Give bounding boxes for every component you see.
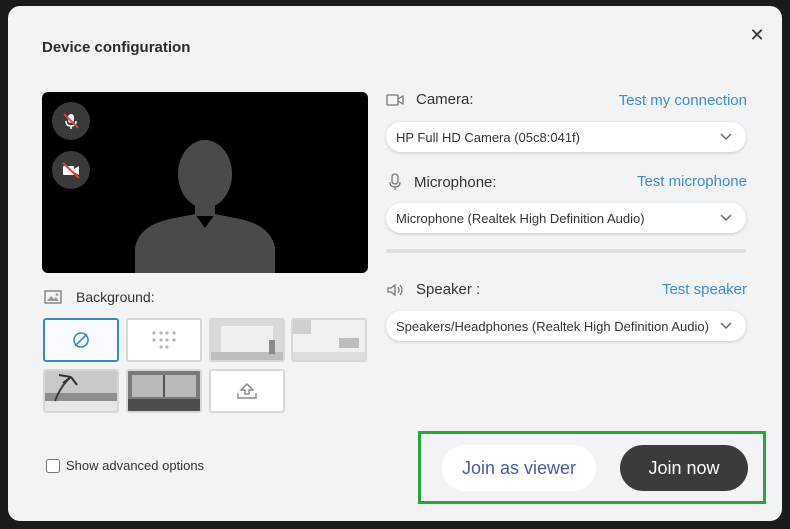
camera-icon: [386, 93, 404, 106]
speaker-label: Speaker :: [416, 281, 481, 298]
camera-label: Camera:: [416, 91, 474, 108]
test-connection-link[interactable]: Test my connection: [619, 92, 747, 109]
camera-off-icon[interactable]: [52, 151, 90, 189]
dialog-title: Device configuration: [42, 39, 191, 56]
video-preview: [42, 92, 368, 273]
background-room-thumb[interactable]: [209, 318, 285, 362]
chevron-down-icon: [720, 214, 732, 222]
microphone-level-meter: [386, 249, 746, 253]
mic-muted-icon[interactable]: [52, 102, 90, 140]
microphone-section: Microphone:: [388, 173, 497, 191]
microphone-select[interactable]: Microphone (Realtek High Definition Audi…: [386, 203, 746, 233]
room-image: [211, 320, 283, 360]
camera-select[interactable]: HP Full HD Camera (05c8:041f): [386, 122, 746, 152]
join-now-button[interactable]: Join now: [620, 445, 748, 491]
background-label: Background:: [76, 289, 155, 305]
background-office-thumb[interactable]: [291, 318, 367, 362]
microphone-label: Microphone:: [414, 173, 497, 191]
advanced-options[interactable]: Show advanced options: [46, 458, 204, 473]
background-blur-thumb[interactable]: [126, 318, 202, 362]
camera-section: Camera:: [386, 91, 474, 108]
background-city-window-thumb[interactable]: [126, 369, 202, 413]
user-silhouette-icon: [135, 140, 275, 273]
speaker-select-value: Speakers/Headphones (Realtek High Defini…: [396, 318, 709, 334]
blur-icon: [152, 331, 176, 349]
join-as-viewer-button[interactable]: Join as viewer: [442, 445, 596, 491]
city-window-image: [128, 371, 200, 411]
background-section: Background:: [44, 289, 155, 305]
camera-select-value: HP Full HD Camera (05c8:041f): [396, 129, 580, 145]
advanced-options-label: Show advanced options: [66, 458, 205, 473]
speaker-icon: [387, 283, 403, 296]
chevron-down-icon: [720, 133, 732, 141]
microphone-select-value: Microphone (Realtek High Definition Audi…: [396, 210, 645, 226]
close-icon[interactable]: ✕: [746, 24, 768, 46]
image-icon: [44, 290, 62, 304]
chevron-down-icon: [720, 322, 732, 330]
microphone-icon: [389, 173, 401, 190]
beach-image: [45, 371, 117, 411]
background-none-thumb[interactable]: [43, 318, 119, 362]
speaker-select[interactable]: Speakers/Headphones (Realtek High Defini…: [386, 311, 746, 341]
test-microphone-link[interactable]: Test microphone: [637, 173, 747, 190]
test-speaker-link[interactable]: Test speaker: [662, 281, 747, 298]
speaker-section: Speaker :: [386, 281, 480, 298]
upload-background-button[interactable]: [209, 369, 285, 413]
advanced-options-checkbox[interactable]: [46, 458, 60, 473]
device-config-dialog: Device configuration ✕ Background: Show …: [8, 6, 782, 521]
background-beach-thumb[interactable]: [43, 369, 119, 413]
upload-icon: [237, 383, 257, 399]
no-background-icon: [73, 332, 89, 348]
office-image: [293, 320, 365, 360]
